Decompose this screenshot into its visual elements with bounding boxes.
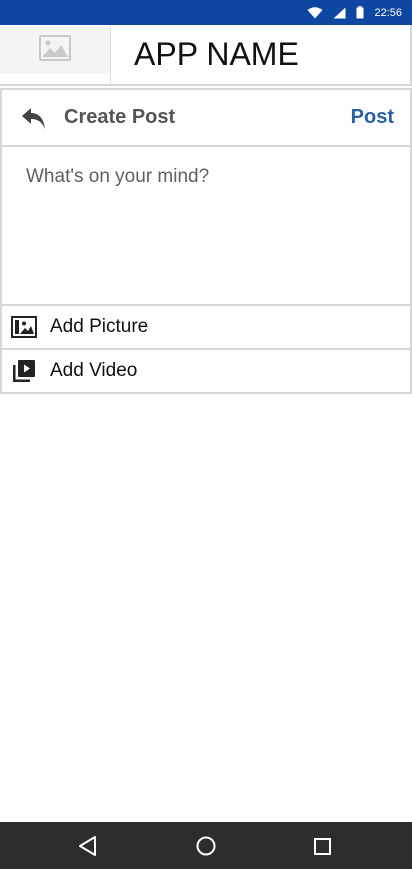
video-library-icon <box>11 358 37 384</box>
create-post-bar: Create Post Post <box>0 88 412 147</box>
app-name: APP NAME <box>110 25 412 84</box>
page-title: Create Post <box>64 106 176 128</box>
picture-icon <box>11 314 37 340</box>
signal-icon <box>333 7 346 19</box>
compose-area <box>0 147 412 306</box>
recent-square-icon[interactable] <box>309 833 335 859</box>
reply-arrow-icon[interactable] <box>20 106 48 132</box>
add-video-label: Add Video <box>50 360 138 381</box>
status-time: 22:56 <box>374 6 402 19</box>
image-placeholder-icon <box>39 35 71 66</box>
wifi-icon <box>307 6 323 19</box>
home-circle-icon[interactable] <box>193 833 219 859</box>
screen: 22:56 APP NAME Create Post Post What's o… <box>0 0 412 869</box>
navigation-bar <box>0 822 412 869</box>
add-video-button[interactable]: Add Video <box>0 350 412 394</box>
post-text-input[interactable] <box>2 147 410 304</box>
post-button[interactable]: Post <box>351 90 394 145</box>
app-logo <box>0 27 110 74</box>
add-picture-button[interactable]: Add Picture <box>0 306 412 350</box>
status-bar: 22:56 <box>0 0 412 25</box>
app-header: APP NAME <box>0 25 412 86</box>
back-triangle-icon[interactable] <box>75 833 101 859</box>
add-picture-label: Add Picture <box>50 316 149 337</box>
battery-icon <box>356 6 364 19</box>
